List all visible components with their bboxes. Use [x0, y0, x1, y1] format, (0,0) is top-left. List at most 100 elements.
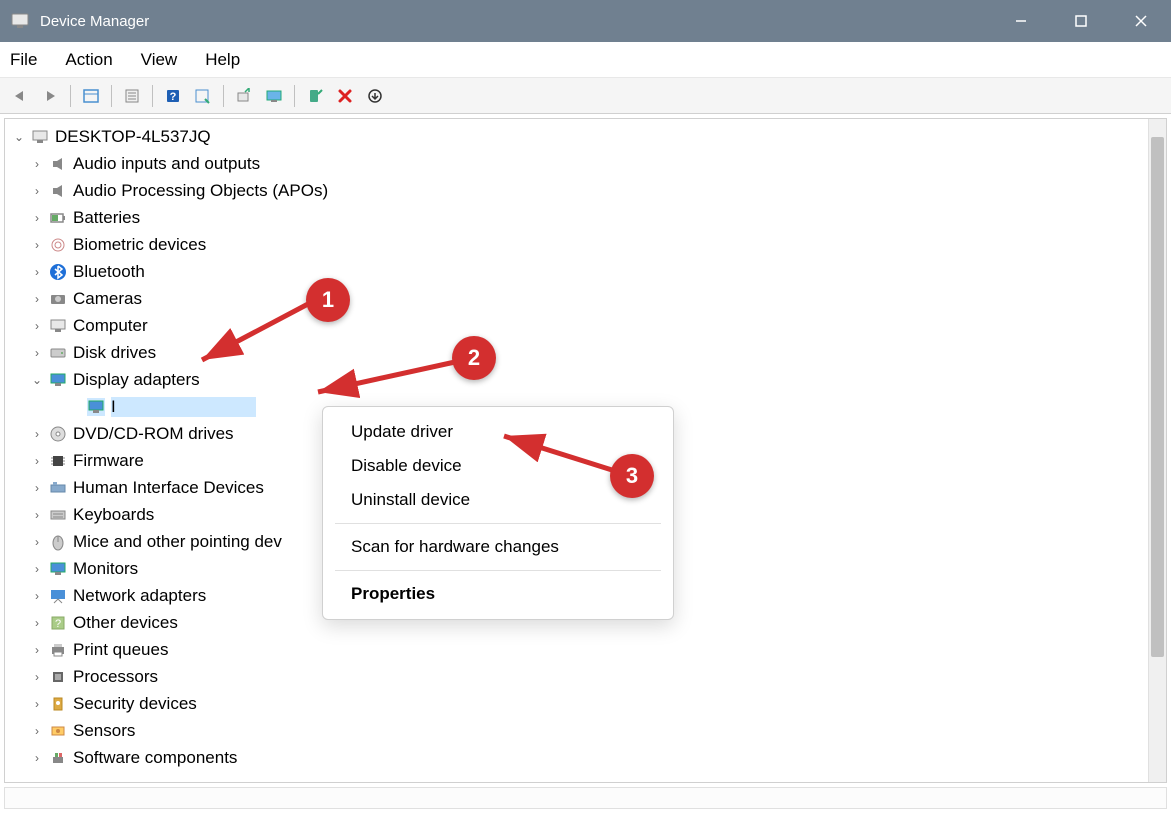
disk-icon [49, 344, 67, 362]
tree-root[interactable]: ⌄ DESKTOP-4L537JQ [5, 123, 1166, 150]
monitor-blue-icon [87, 398, 105, 416]
chevron-right-icon[interactable]: › [29, 318, 45, 334]
tree-category[interactable]: › Processors [5, 663, 1166, 690]
cpu-icon [49, 668, 67, 686]
chevron-right-icon[interactable]: › [29, 642, 45, 658]
chevron-right-icon[interactable]: › [29, 156, 45, 172]
help-button[interactable]: ? [159, 82, 187, 110]
tree-category-label: Processors [73, 667, 158, 687]
chevron-down-icon[interactable]: ⌄ [11, 129, 27, 145]
menu-bar: File Action View Help [0, 42, 1171, 78]
chevron-right-icon[interactable]: › [29, 210, 45, 226]
toolbar-separator [70, 85, 71, 107]
toolbar-separator [294, 85, 295, 107]
toolbar-separator [111, 85, 112, 107]
chevron-right-icon[interactable]: › [29, 588, 45, 604]
scan-hardware-button[interactable] [230, 82, 258, 110]
tree-category-label: Monitors [73, 559, 138, 579]
tree-category-label: Audio inputs and outputs [73, 154, 260, 174]
chevron-right-icon[interactable]: › [29, 183, 45, 199]
tree-category[interactable]: ›Software components [5, 744, 1166, 771]
chevron-right-icon[interactable]: › [29, 750, 45, 766]
tree-category[interactable]: ›Bluetooth [5, 258, 1166, 285]
tree-category[interactable]: ⌄Display adapters [5, 366, 1166, 393]
annotation-badge-3: 3 [610, 454, 654, 498]
title-bar: Device Manager [0, 0, 1171, 42]
enable-device-button[interactable] [301, 82, 329, 110]
chevron-right-icon[interactable]: › [29, 669, 45, 685]
tree-category[interactable]: ›Biometric devices [5, 231, 1166, 258]
maximize-button[interactable] [1051, 0, 1111, 42]
svg-text:?: ? [55, 618, 61, 630]
chevron-right-icon[interactable]: › [29, 291, 45, 307]
chevron-right-icon[interactable]: › [29, 237, 45, 253]
minimize-button[interactable] [991, 0, 1051, 42]
tree-category[interactable]: › Print queues [5, 636, 1166, 663]
svg-text:?: ? [170, 91, 177, 103]
show-hidden-button[interactable] [77, 82, 105, 110]
chevron-right-icon[interactable]: › [29, 480, 45, 496]
ctx-properties[interactable]: Properties [323, 577, 673, 611]
tree-root-label: DESKTOP-4L537JQ [55, 127, 211, 147]
monitor-icon [49, 317, 67, 335]
back-button[interactable] [6, 82, 34, 110]
tree-category-label: Computer [73, 316, 148, 336]
vertical-scrollbar[interactable] [1148, 119, 1166, 782]
spacer [67, 399, 83, 415]
toolbar-separator [152, 85, 153, 107]
tree-category-label: DVD/CD-ROM drives [73, 424, 234, 444]
menu-action[interactable]: Action [63, 46, 114, 74]
chevron-right-icon[interactable]: › [29, 426, 45, 442]
annotation-badge-1: 1 [306, 278, 350, 322]
close-button[interactable] [1111, 0, 1171, 42]
tree-category-label: Keyboards [73, 505, 154, 525]
tree-category[interactable]: › Audio inputs and outputs [5, 150, 1166, 177]
forward-button[interactable] [36, 82, 64, 110]
chevron-right-icon[interactable]: › [29, 264, 45, 280]
chevron-right-icon[interactable]: › [29, 615, 45, 631]
sensor-icon [49, 722, 67, 740]
toolbar: ? [0, 78, 1171, 114]
update-driver-button[interactable] [189, 82, 217, 110]
chevron-right-icon[interactable]: › [29, 345, 45, 361]
tree-category-label: Human Interface Devices [73, 478, 264, 498]
tree-category-label: Security devices [73, 694, 197, 714]
uninstall-button[interactable] [361, 82, 389, 110]
properties-button[interactable] [118, 82, 146, 110]
chevron-down-icon[interactable]: ⌄ [29, 372, 45, 388]
chevron-right-icon[interactable]: › [29, 723, 45, 739]
chevron-right-icon[interactable]: › [29, 696, 45, 712]
tree-category-label: Cameras [73, 289, 142, 309]
monitor-blue-icon [49, 560, 67, 578]
speaker-icon [49, 155, 67, 173]
tree-device-label: I [111, 397, 256, 417]
computer-icon [31, 128, 49, 146]
tree-category-label: Print queues [73, 640, 168, 660]
tree-category-label: Audio Processing Objects (APOs) [73, 181, 328, 201]
status-bar [4, 787, 1167, 809]
tree-category[interactable]: › Computer [5, 312, 1166, 339]
tree-category[interactable]: ›Batteries [5, 204, 1166, 231]
menu-help[interactable]: Help [203, 46, 242, 74]
menu-file[interactable]: File [8, 46, 39, 74]
ctx-update-driver[interactable]: Update driver [323, 415, 673, 449]
disable-device-button[interactable] [331, 82, 359, 110]
bluetooth-icon [49, 263, 67, 281]
chevron-right-icon[interactable]: › [29, 561, 45, 577]
tree-category[interactable]: › Cameras [5, 285, 1166, 312]
chip-icon [49, 452, 67, 470]
tree-category-label: Other devices [73, 613, 178, 633]
chevron-right-icon[interactable]: › [29, 453, 45, 469]
tree-category-label: Disk drives [73, 343, 156, 363]
chevron-right-icon[interactable]: › [29, 534, 45, 550]
add-legacy-button[interactable] [260, 82, 288, 110]
chevron-right-icon[interactable]: › [29, 507, 45, 523]
component-icon [49, 749, 67, 767]
tree-category[interactable]: › Disk drives [5, 339, 1166, 366]
scrollbar-thumb[interactable] [1151, 137, 1164, 657]
tree-category[interactable]: ›Sensors [5, 717, 1166, 744]
menu-view[interactable]: View [139, 46, 180, 74]
tree-category[interactable]: › Security devices [5, 690, 1166, 717]
tree-category[interactable]: › Audio Processing Objects (APOs) [5, 177, 1166, 204]
ctx-scan-hardware[interactable]: Scan for hardware changes [323, 530, 673, 564]
